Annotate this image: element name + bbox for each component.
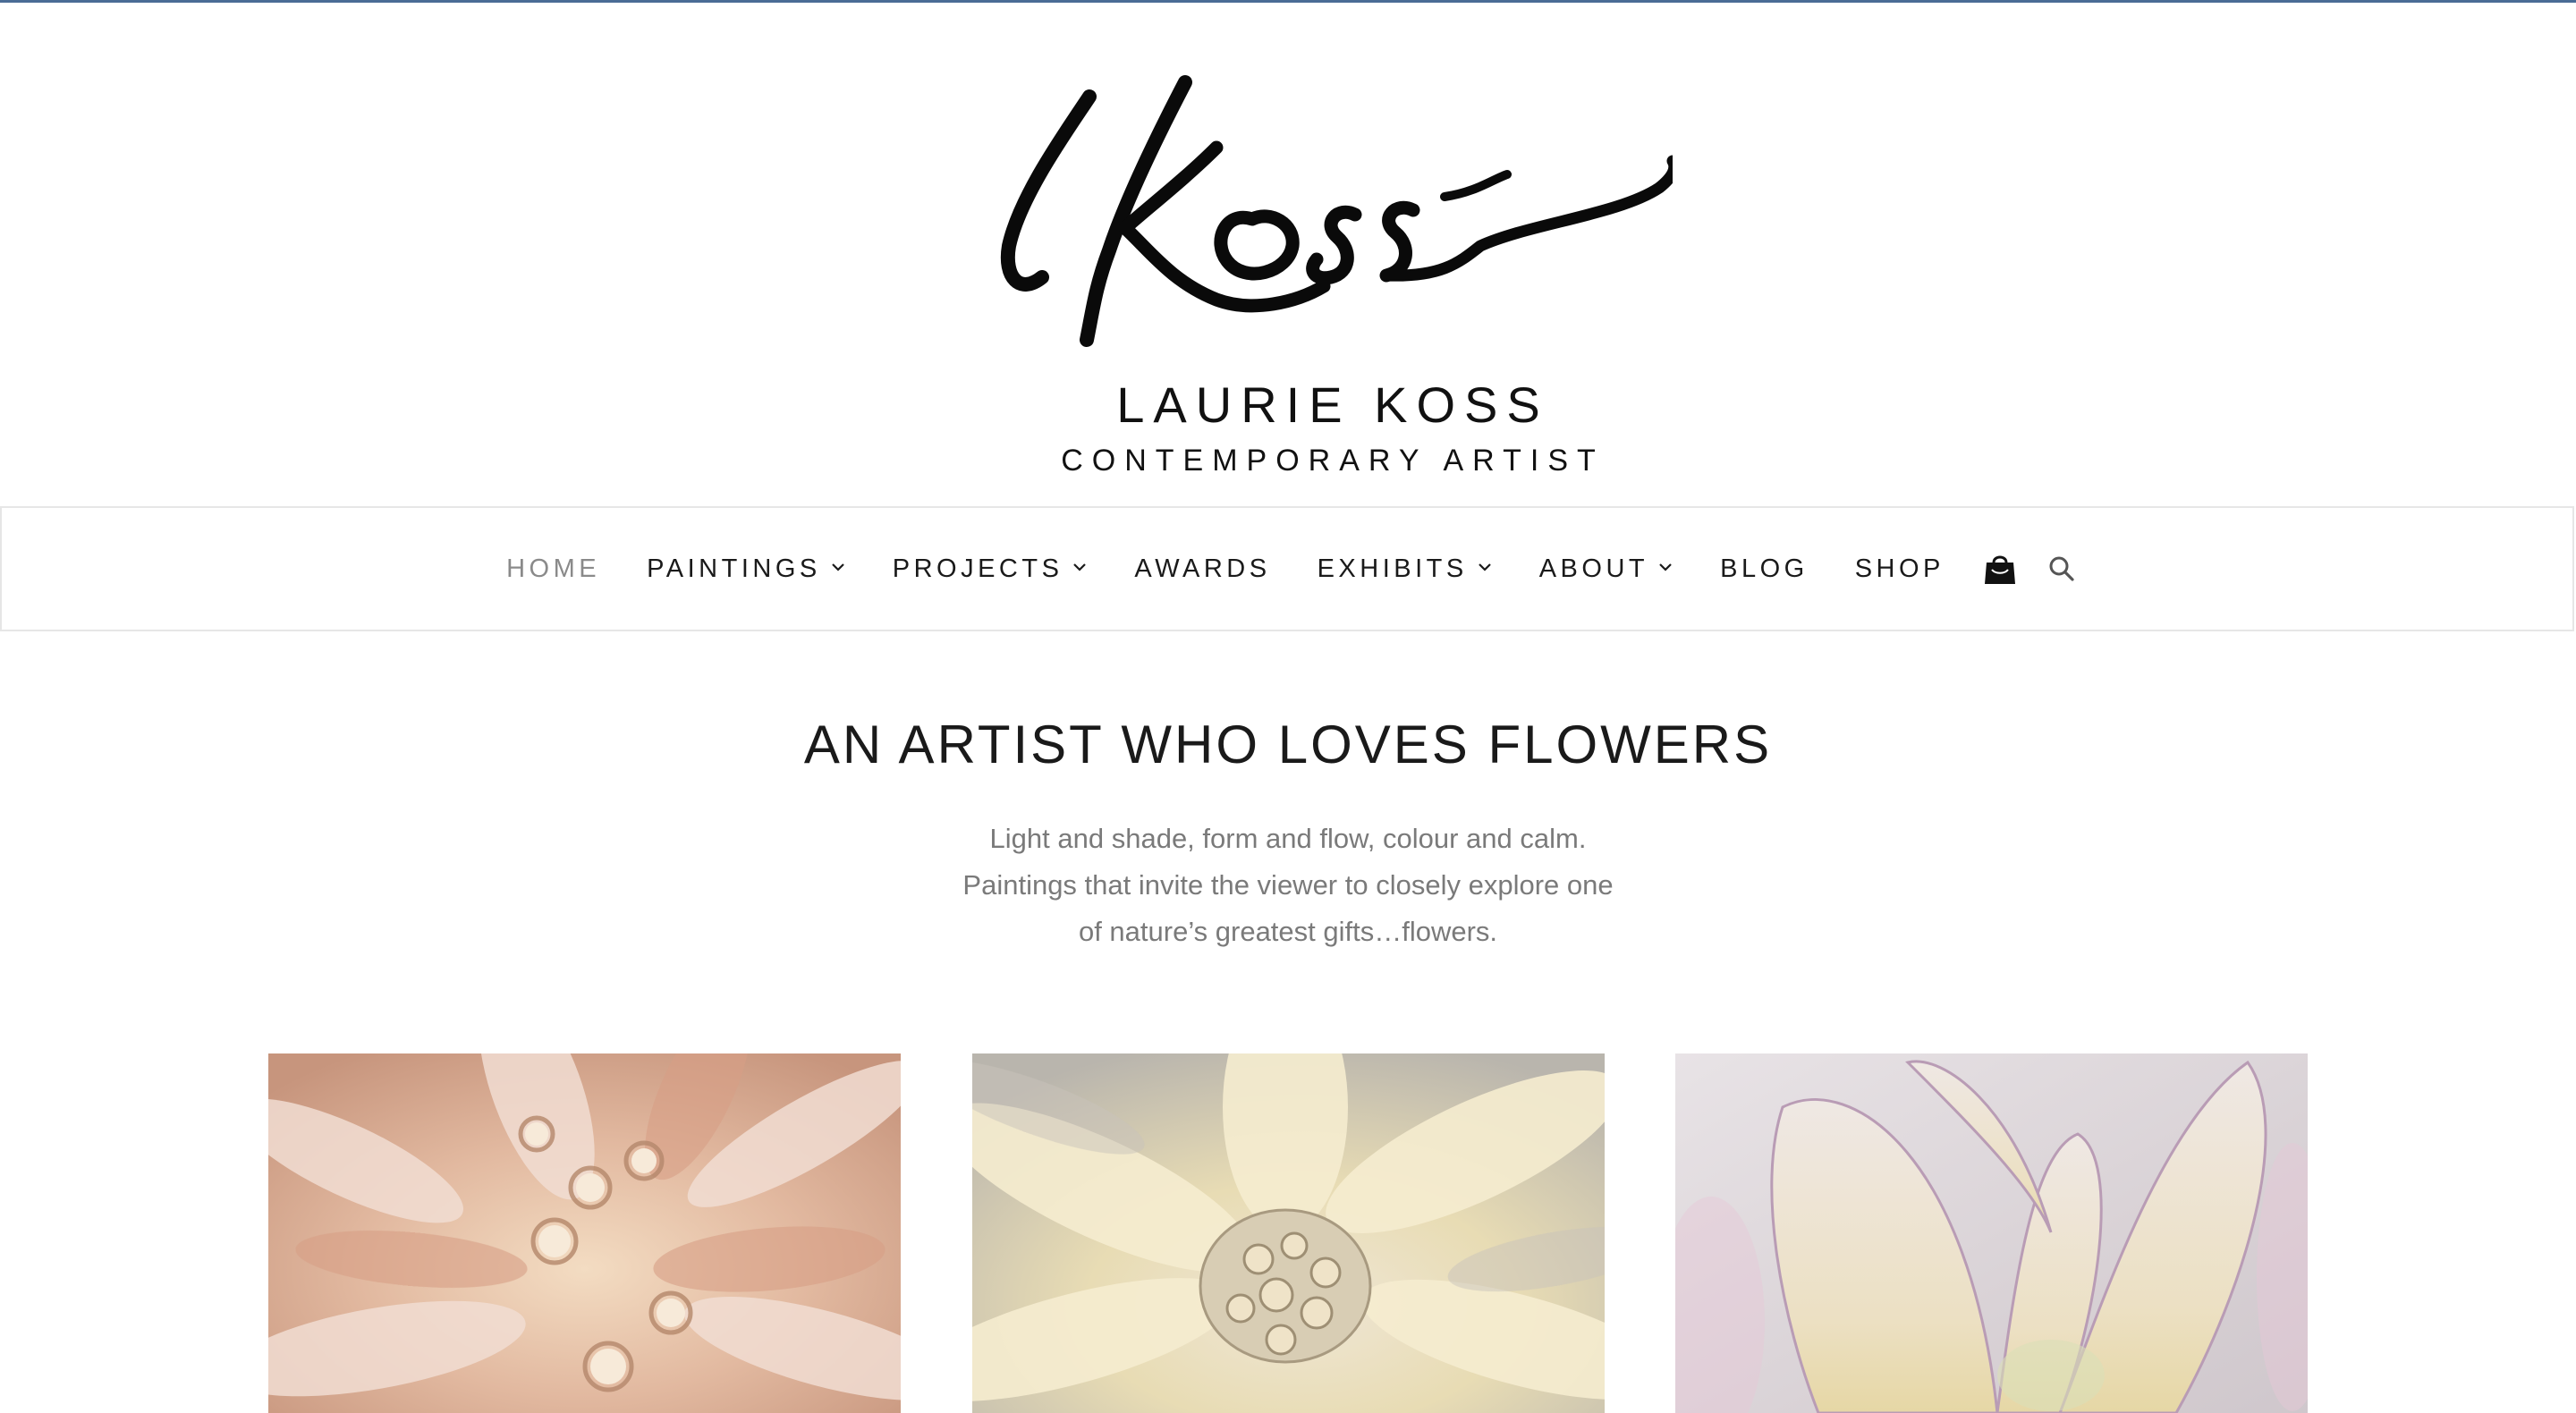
- nav-item-label: PROJECTS: [892, 554, 1063, 583]
- nav-item-label: BLOG: [1720, 554, 1809, 583]
- artist-name: LAURIE KOSS: [1116, 377, 1549, 433]
- painting-image: [1675, 1053, 2308, 1413]
- painting-image: [972, 1053, 1605, 1413]
- intro-line: Paintings that invite the viewer to clos…: [962, 869, 1614, 901]
- painting-thumbnail[interactable]: [972, 1053, 1605, 1413]
- chevron-down-icon: [1659, 563, 1672, 571]
- nav-item-exhibits[interactable]: EXHIBITS: [1318, 554, 1493, 584]
- painting-gallery: [0, 1053, 2576, 1413]
- nav-item-label: SHOP: [1854, 554, 1945, 583]
- intro-line: Light and shade, form and flow, colour a…: [989, 823, 1587, 854]
- search-icon[interactable]: [2048, 555, 2075, 582]
- intro-line: of nature’s greatest gifts…flowers.: [1078, 916, 1498, 947]
- intro-text: Light and shade, form and flow, colour a…: [0, 816, 2576, 955]
- nav-item-label: ABOUT: [1538, 554, 1649, 583]
- nav-item-projects[interactable]: PROJECTS: [893, 554, 1089, 584]
- site-logo[interactable]: LAURIE KOSS CONTEMPORARY ARTIST: [993, 63, 1673, 476]
- nav-item-about[interactable]: ABOUT: [1539, 554, 1674, 584]
- shopping-bag-icon[interactable]: [1984, 552, 2016, 586]
- chevron-down-icon: [1073, 563, 1087, 571]
- artist-tagline: CONTEMPORARY ARTIST: [1061, 444, 1605, 478]
- painting-thumbnail[interactable]: [1675, 1053, 2308, 1413]
- chevron-down-icon: [831, 563, 844, 571]
- nav-item-shop[interactable]: SHOP: [1855, 554, 1945, 584]
- nav-item-label: PAINTINGS: [647, 554, 821, 583]
- nav-item-label: HOME: [506, 554, 601, 583]
- nav-item-paintings[interactable]: PAINTINGS: [647, 554, 846, 584]
- nav-item-home[interactable]: HOME: [506, 554, 600, 584]
- nav-item-awards[interactable]: AWARDS: [1134, 554, 1270, 584]
- painting-thumbnail[interactable]: [268, 1053, 901, 1413]
- painting-image: [268, 1053, 901, 1413]
- chevron-down-icon: [1478, 563, 1491, 571]
- nav-item-label: AWARDS: [1134, 554, 1271, 583]
- signature-logo-mark: [1000, 75, 1673, 347]
- nav-item-label: EXHIBITS: [1317, 554, 1468, 583]
- page-headline: AN ARTIST WHO LOVES FLOWERS: [803, 715, 1773, 774]
- main-navigation: HOME PAINTINGS PROJECTS AWARDS EXHIBITS …: [0, 506, 2574, 631]
- site-header: LAURIE KOSS CONTEMPORARY ARTIST: [0, 0, 2576, 506]
- nav-item-blog[interactable]: BLOG: [1720, 554, 1809, 584]
